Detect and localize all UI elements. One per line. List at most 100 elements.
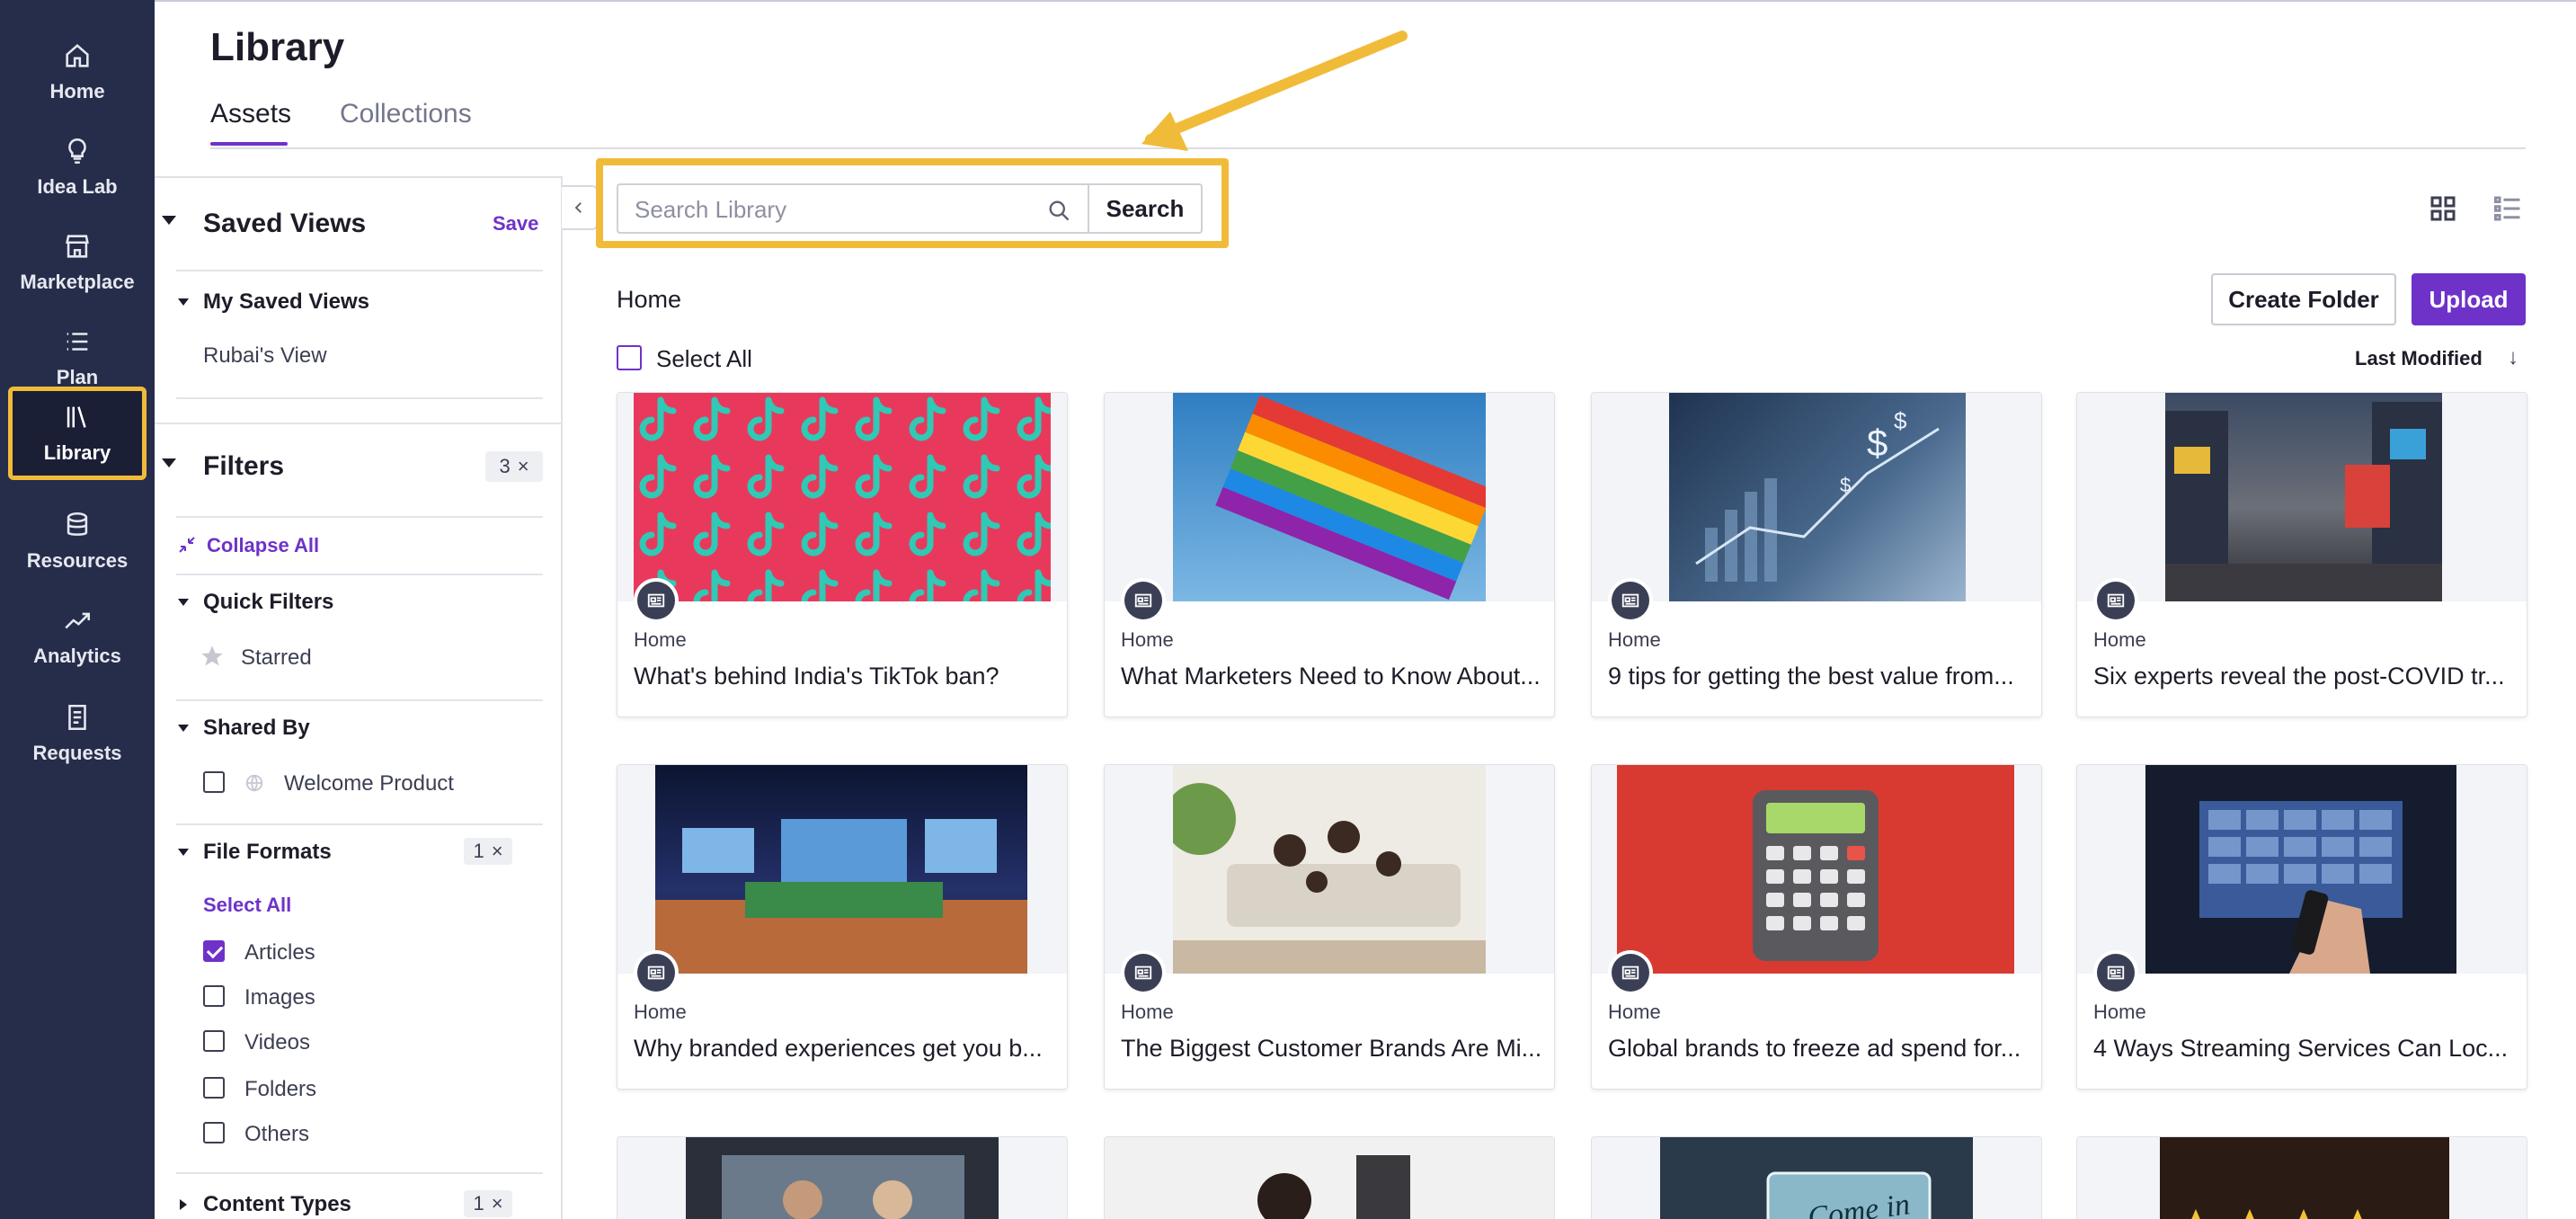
document-icon (68, 704, 86, 731)
shared-by-item[interactable]: Welcome Product (284, 771, 454, 796)
side-navigation: Home Idea Lab Marketplace Plan Library R… (0, 0, 155, 1219)
file-formats-count-badge[interactable]: 1 × (464, 838, 512, 865)
asset-card[interactable]: Home The Biggest Customer Brands Are Mi.… (1104, 764, 1555, 1090)
nav-requests[interactable]: Requests (0, 690, 155, 777)
nav-analytics[interactable]: Analytics (0, 593, 155, 680)
card-folder: Home (2093, 1001, 2146, 1023)
search-field[interactable] (617, 183, 1089, 234)
folders-checkbox[interactable] (203, 1077, 225, 1099)
video-call-image (722, 1155, 964, 1219)
content-types-count-badge[interactable]: 1 × (464, 1190, 512, 1217)
asset-thumbnail (1173, 393, 1486, 601)
rainbow-flag-image (1215, 395, 1486, 601)
my-saved-views-collapse-icon[interactable] (178, 298, 189, 306)
collapse-all-button[interactable]: Collapse All (207, 534, 319, 557)
file-formats-select-all[interactable]: Select All (203, 894, 291, 917)
others-option[interactable]: Others (244, 1122, 309, 1147)
shared-by-collapse-icon[interactable] (178, 725, 189, 732)
images-option[interactable]: Images (244, 985, 315, 1010)
card-title[interactable]: Six experts reveal the post-COVID tr... (2093, 663, 2516, 690)
asset-thumbnail (634, 393, 1051, 601)
divider (155, 423, 561, 424)
others-checkbox[interactable] (203, 1122, 225, 1143)
videos-checkbox[interactable] (203, 1030, 225, 1052)
list-view-icon[interactable] (2492, 192, 2524, 225)
card-title[interactable]: The Biggest Customer Brands Are Mi... (1121, 1035, 1543, 1063)
quick-filters-collapse-icon[interactable] (178, 599, 189, 606)
divider (176, 574, 543, 575)
save-view-button[interactable]: Save (493, 212, 538, 236)
images-checkbox[interactable] (203, 985, 225, 1007)
folders-option[interactable]: Folders (244, 1077, 316, 1102)
file-formats-count: 1 (473, 840, 484, 862)
card-title[interactable]: Why branded experiences get you b... (634, 1035, 1056, 1063)
asset-card[interactable] (617, 1136, 1068, 1219)
article-type-badge (1121, 950, 1166, 995)
asset-card[interactable]: Home What Marketers Need to Know About..… (1104, 392, 1555, 717)
family-photo-image (1173, 765, 1486, 974)
asset-card[interactable]: Home 4 Ways Streaming Services Can Loc..… (2076, 764, 2527, 1090)
articles-option[interactable]: Articles (244, 940, 315, 965)
storefront-icon (66, 235, 89, 258)
asset-card[interactable]: Come in (1591, 1136, 2042, 1219)
star-icon (201, 645, 223, 666)
nav-marketplace-label: Marketplace (20, 271, 135, 293)
divider (176, 699, 543, 701)
file-formats-collapse-icon[interactable] (178, 849, 189, 856)
asset-card[interactable]: $ $ $ Home 9 tips for getting the best v… (1591, 392, 2042, 717)
finance-chart-image: $ $ $ (1695, 407, 1940, 582)
top-border (155, 0, 2576, 2)
newspaper-icon (647, 965, 665, 980)
grid-view-icon[interactable] (2427, 192, 2459, 225)
svg-text:$: $ (1894, 407, 1907, 434)
collapse-sidebar-button[interactable] (562, 185, 598, 230)
nav-resources[interactable]: Resources (0, 498, 155, 584)
card-title[interactable]: Global brands to freeze ad spend for... (1608, 1035, 2030, 1063)
search-input[interactable] (635, 196, 1030, 223)
create-folder-button[interactable]: Create Folder (2211, 273, 2396, 325)
sort-dropdown[interactable]: Last Modified (2355, 347, 2483, 370)
card-title[interactable]: What's behind India's TikTok ban? (634, 663, 1056, 690)
card-title[interactable]: What Marketers Need to Know About... (1121, 663, 1543, 690)
asset-thumbnail (2145, 765, 2456, 974)
card-title[interactable]: 9 tips for getting the best value from..… (1608, 663, 2030, 690)
starred-filter[interactable]: Starred (241, 645, 312, 671)
asset-card[interactable]: Home Six experts reveal the post-COVID t… (2076, 392, 2527, 717)
saved-view-item[interactable]: Rubai's View (203, 343, 327, 369)
nav-library[interactable]: Library (8, 387, 147, 480)
asset-thumbnail: Come in (1660, 1137, 1973, 1219)
nav-library-label: Library (43, 441, 111, 464)
select-all-checkbox[interactable] (617, 345, 642, 370)
videos-option[interactable]: Videos (244, 1030, 310, 1055)
article-type-badge (1608, 578, 1653, 623)
asset-thumbnail (1173, 765, 1486, 974)
newspaper-icon (2107, 965, 2125, 980)
nav-home[interactable]: Home (0, 29, 155, 115)
filters-count-badge[interactable]: 3 × (485, 451, 543, 482)
sort-direction-icon[interactable]: ↓ (2508, 345, 2518, 370)
shared-by-checkbox[interactable] (203, 771, 225, 793)
breadcrumb[interactable]: Home (617, 286, 681, 314)
card-folder: Home (634, 1001, 687, 1023)
asset-card[interactable] (1104, 1136, 1555, 1219)
tab-assets[interactable]: Assets (210, 99, 291, 129)
svg-text:$: $ (1840, 474, 1851, 496)
filters-collapse-icon[interactable] (162, 458, 176, 467)
asset-card[interactable]: Home What's behind India's TikTok ban? (617, 392, 1068, 717)
select-all-label[interactable]: Select All (656, 345, 752, 373)
content-types-expand-icon[interactable] (180, 1199, 187, 1210)
divider (176, 1172, 543, 1174)
asset-card[interactable]: Home Global brands to freeze ad spend fo… (1591, 764, 2042, 1090)
search-button[interactable]: Search (1088, 183, 1203, 234)
asset-thumbnail (2160, 1137, 2449, 1219)
nav-idea-lab[interactable]: Idea Lab (0, 124, 155, 210)
card-title[interactable]: 4 Ways Streaming Services Can Loc... (2093, 1035, 2516, 1063)
articles-checkbox[interactable] (203, 940, 225, 962)
upload-button[interactable]: Upload (2412, 273, 2526, 325)
asset-card[interactable]: Home Why branded experiences get you b..… (617, 764, 1068, 1090)
saved-views-collapse-icon[interactable] (162, 216, 176, 225)
asset-card[interactable] (2076, 1136, 2527, 1219)
tab-collections[interactable]: Collections (340, 99, 472, 129)
search-icon[interactable] (1046, 198, 1071, 223)
nav-marketplace[interactable]: Marketplace (0, 219, 155, 306)
